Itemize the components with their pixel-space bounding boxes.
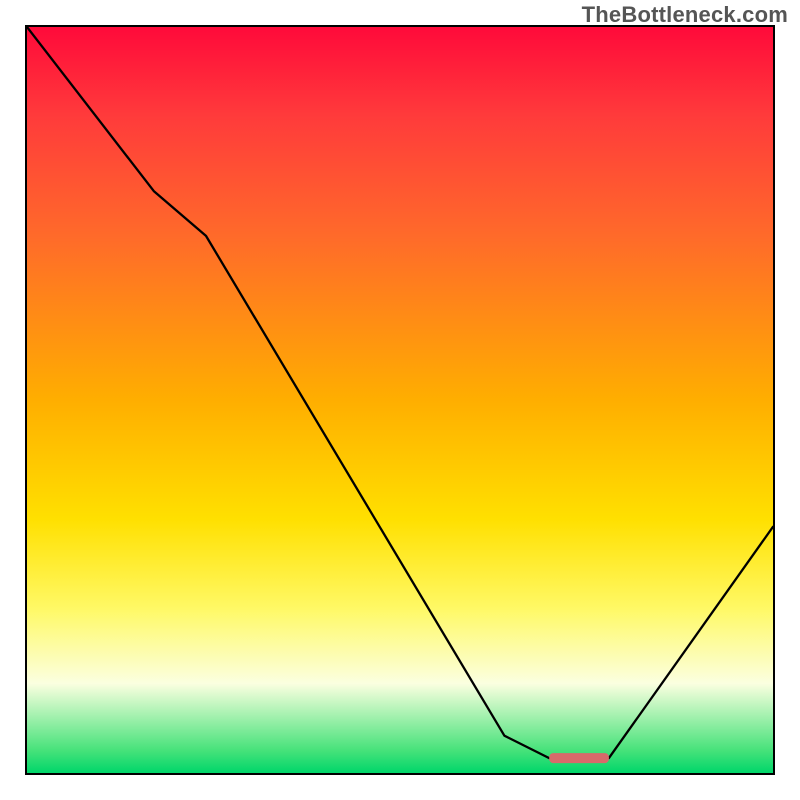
chart-canvas: TheBottleneck.com (0, 0, 800, 800)
plot-area (27, 27, 773, 773)
gradient-background (27, 27, 773, 773)
watermark-text: TheBottleneck.com (582, 2, 788, 28)
